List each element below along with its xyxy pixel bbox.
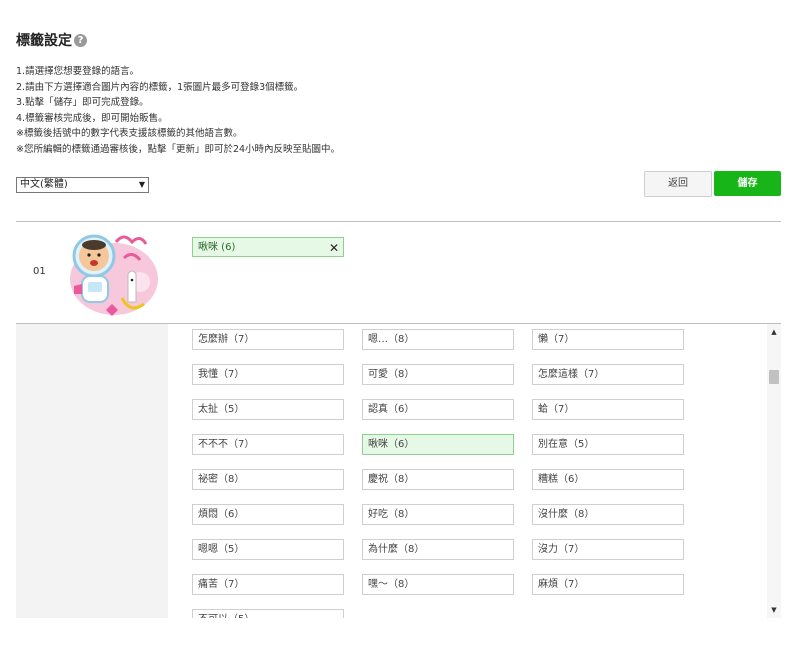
tag-item[interactable]: 好吃（8） (362, 504, 514, 525)
back-button[interactable]: 返回 (644, 171, 712, 197)
page-title-text: 標籤設定 (16, 33, 72, 49)
tag-item[interactable]: 別在意（5） (532, 434, 684, 455)
left-panel (16, 324, 168, 618)
tag-item-selected[interactable]: 啾咪（6） (362, 434, 514, 455)
tag-item[interactable]: 慶祝（8） (362, 469, 514, 490)
instruction-line: 2.請由下方選擇適合圖片內容的標籤，1張圖片最多可登錄3個標籤。 (16, 81, 304, 93)
tag-item[interactable]: 沒力（7） (532, 539, 684, 560)
tag-item[interactable]: 嗯嗯（5） (192, 539, 344, 560)
scroll-down-icon[interactable]: ▼ (767, 606, 781, 614)
instructions-list: 1.請選擇您想要登錄的語言。 2.請由下方選擇適合圖片內容的標籤，1張圖片最多可… (16, 64, 340, 157)
scroll-up-icon[interactable]: ▲ (767, 328, 781, 336)
close-icon[interactable]: ✕ (329, 238, 339, 258)
page-title: 標籤設定 ? (16, 30, 87, 50)
tag-item[interactable]: 太扯（5） (192, 399, 344, 420)
sticker-number: 01 (33, 266, 46, 277)
save-button[interactable]: 儲存 (714, 171, 781, 196)
tag-item[interactable]: 祕密（8） (192, 469, 344, 490)
tag-list: 怎麼辦（7） 嗯…（8） 懶（7） 我懂（7） 可愛（8） 怎麼這樣（7） 太扯… (168, 324, 766, 618)
tag-item[interactable]: 不不不（7） (192, 434, 344, 455)
sticker-image (70, 234, 158, 316)
language-select[interactable]: 中文(繁體) ▼ (16, 177, 149, 193)
instruction-line: ※標籤後括號中的數字代表支援該標籤的其他語言數。 (16, 128, 243, 139)
tag-item[interactable]: 怎麼這樣（7） (532, 364, 684, 385)
tag-item[interactable]: 沒什麼（8） (532, 504, 684, 525)
divider (16, 221, 781, 222)
tag-item[interactable]: 懶（7） (532, 329, 684, 350)
tag-item[interactable]: 痛苦（7） (192, 574, 344, 595)
tag-item[interactable]: 我懂（7） (192, 364, 344, 385)
tag-item[interactable]: 怎麼辦（7） (192, 329, 344, 350)
scrollbar[interactable]: ▲ ▼ (767, 324, 781, 618)
tag-item[interactable]: 認真（6） (362, 399, 514, 420)
help-icon[interactable]: ? (74, 33, 87, 47)
instruction-line: 4.標籤審核完成後，即可開始販售。 (16, 112, 168, 124)
instruction-line: 1.請選擇您想要登錄的語言。 (16, 66, 140, 77)
tag-item[interactable]: 煩悶（6） (192, 504, 344, 525)
tag-item[interactable]: 可愛（8） (362, 364, 514, 385)
instruction-line: 3.點擊「儲存」即可完成登錄。 (16, 97, 149, 108)
tag-item[interactable]: 糟糕（6） (532, 469, 684, 490)
language-select-value: 中文(繁體) (20, 179, 68, 190)
tag-item[interactable]: 為什麼（8） (362, 539, 514, 560)
tag-item[interactable]: 嗯…（8） (362, 329, 514, 350)
tag-item[interactable]: 蛤（7） (532, 399, 684, 420)
tag-item[interactable]: 嘿～（8） (362, 574, 514, 595)
tag-item[interactable]: 麻煩（7） (532, 574, 684, 595)
selected-tag-label: 啾咪 (6) (198, 242, 236, 253)
scrollbar-thumb[interactable] (769, 370, 779, 384)
chevron-down-icon: ▼ (138, 180, 145, 189)
selected-tag: 啾咪 (6) ✕ (192, 237, 344, 257)
instruction-line: ※您所編輯的標籤通過審核後，點擊「更新」即可於24小時內反映至貼圖中。 (16, 143, 341, 155)
tag-item[interactable]: 不可以（5） (192, 609, 344, 618)
